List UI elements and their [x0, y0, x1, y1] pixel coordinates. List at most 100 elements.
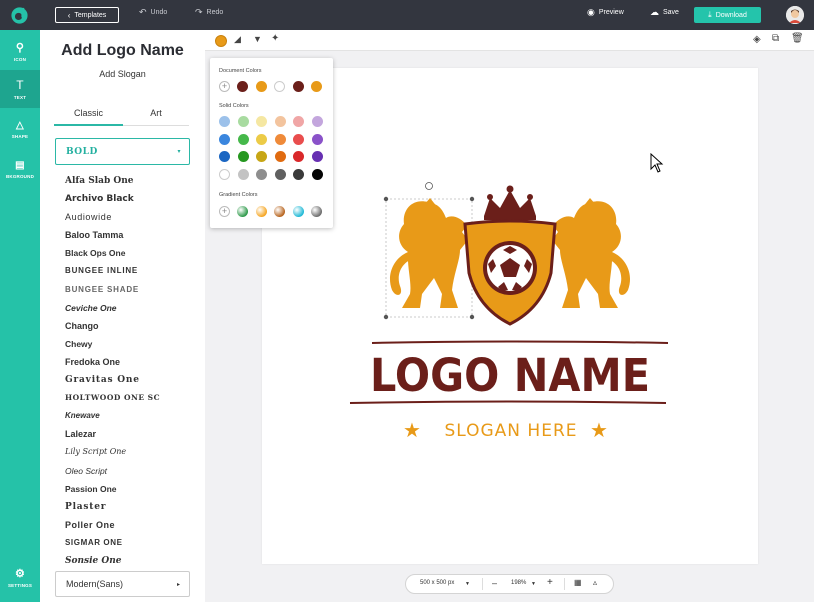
solid-color-swatch[interactable]: [274, 116, 286, 127]
logo-slogan-text[interactable]: SLOGAN HERE: [444, 421, 577, 441]
chevron-down-icon[interactable]: ▼: [465, 581, 470, 587]
nav-settings-label: SETTINGS: [7, 582, 33, 588]
font-item[interactable]: Plaster: [65, 498, 195, 516]
nav-shape[interactable]: △ SHAPE: [0, 110, 40, 148]
add-slogan[interactable]: Add Slogan: [40, 69, 205, 79]
font-item[interactable]: Sonsie One: [65, 552, 195, 570]
font-item[interactable]: BUNGEE INLINE: [65, 262, 195, 280]
tab-classic[interactable]: Classic: [54, 108, 123, 126]
duplicate-icon[interactable]: ⧉: [772, 33, 779, 44]
solid-color-swatch[interactable]: [293, 168, 304, 180]
tab-art[interactable]: Art: [123, 108, 189, 126]
gradient-color-swatch[interactable]: [274, 206, 285, 217]
font-item[interactable]: BUNGEE SHADE: [65, 281, 195, 299]
solid-color-swatch[interactable]: [256, 133, 267, 145]
font-item[interactable]: Knewave: [65, 407, 195, 425]
chevron-down-icon[interactable]: ▼: [531, 581, 536, 587]
canvas-size-select[interactable]: 500 x 500 px: [420, 580, 454, 586]
grid-icon[interactable]: ▦: [574, 578, 582, 587]
solid-color-swatch[interactable]: [219, 133, 230, 145]
document-color-swatch[interactable]: [274, 81, 285, 92]
align-icon[interactable]: ▵: [593, 578, 597, 587]
document-color-swatch[interactable]: [255, 81, 267, 92]
add-gradient-color-button[interactable]: +: [219, 206, 230, 217]
font-item[interactable]: Lalezar: [65, 425, 195, 443]
download-button[interactable]: ⤓ Download: [694, 7, 761, 23]
nav-background[interactable]: ▤ BKGROUND: [0, 150, 40, 188]
add-logo-name[interactable]: Add Logo Name: [40, 42, 205, 60]
nav-shape-label: SHAPE: [11, 133, 29, 139]
zoom-in-button[interactable]: +: [547, 577, 553, 588]
flip-vertical-icon[interactable]: ▼: [253, 34, 262, 44]
solid-color-swatch[interactable]: [274, 168, 286, 180]
nav-text[interactable]: T TEXT: [0, 70, 40, 108]
gradient-color-swatch[interactable]: [237, 206, 248, 217]
font-item[interactable]: Ceviche One: [65, 299, 195, 317]
redo-button[interactable]: ↷ Redo: [195, 7, 223, 18]
font-item[interactable]: Lily Script One: [65, 443, 195, 461]
font-category-select[interactable]: Bold ▾: [55, 138, 190, 165]
solid-color-swatch[interactable]: [256, 116, 267, 127]
font-item[interactable]: Fredoka One: [65, 353, 195, 371]
zoom-out-button[interactable]: –: [492, 578, 497, 588]
font-item[interactable]: Black Ops One: [65, 244, 195, 262]
solid-color-swatch[interactable]: [256, 151, 267, 162]
magic-wand-icon[interactable]: ✦: [271, 33, 279, 44]
zoom-level[interactable]: 198%: [511, 580, 526, 586]
templates-button[interactable]: ‹ Templates: [55, 7, 119, 23]
gradient-color-swatch[interactable]: [255, 206, 267, 217]
solid-color-swatch[interactable]: [311, 151, 323, 162]
soccer-ball-icon: [483, 241, 537, 295]
document-color-swatch[interactable]: [311, 81, 322, 92]
solid-color-swatch[interactable]: [237, 168, 249, 180]
font-item[interactable]: HOLTWOOD ONE SC: [65, 389, 195, 407]
solid-color-swatch[interactable]: [219, 151, 230, 162]
solid-color-swatch[interactable]: [274, 133, 286, 145]
solid-color-swatch[interactable]: [293, 151, 304, 162]
app-logo-icon[interactable]: [10, 6, 29, 25]
text-icon: T: [16, 78, 24, 92]
solid-color-swatch[interactable]: [237, 133, 249, 145]
solid-color-swatch[interactable]: [311, 116, 323, 127]
solid-color-swatch[interactable]: [293, 133, 304, 145]
solid-color-swatch[interactable]: [256, 168, 267, 180]
save-button[interactable]: ☁ Save: [650, 7, 679, 18]
undo-button[interactable]: ↶ Undo: [139, 7, 167, 18]
font-item[interactable]: Chango: [65, 317, 195, 335]
solid-color-swatch[interactable]: [293, 116, 304, 127]
solid-color-swatch[interactable]: [237, 151, 249, 162]
preview-button[interactable]: ◉ Preview: [587, 7, 624, 18]
color-picker-button[interactable]: [215, 35, 227, 47]
solid-color-swatch[interactable]: [219, 168, 230, 180]
font-item[interactable]: Alfa Slab One: [65, 172, 195, 190]
solid-color-swatch[interactable]: [311, 133, 323, 145]
font-style-select[interactable]: Modern(Sans) ▸: [55, 571, 190, 597]
avatar[interactable]: [786, 6, 804, 24]
document-color-swatch[interactable]: [292, 81, 304, 92]
solid-color-swatch[interactable]: [219, 116, 230, 127]
nav-icon[interactable]: ⚲ ICON: [0, 32, 40, 70]
add-document-color-button[interactable]: +: [219, 81, 230, 92]
gradient-color-swatch[interactable]: [311, 206, 322, 217]
gradient-color-swatch[interactable]: [292, 206, 304, 217]
logo-name-text[interactable]: LOGO NAME: [370, 349, 650, 402]
font-item[interactable]: Baloo Tamma: [65, 226, 195, 244]
font-item[interactable]: Chewy: [65, 335, 195, 353]
font-item[interactable]: Passion One: [65, 480, 195, 498]
nav-settings[interactable]: ⚙ SETTINGS: [0, 558, 40, 596]
design-canvas[interactable]: LOGO NAME ★ SLOGAN HERE ★: [262, 68, 758, 564]
trash-icon[interactable]: 🗑: [791, 33, 804, 44]
font-item[interactable]: Gravitas One: [65, 371, 195, 389]
layers-icon[interactable]: ◈: [753, 34, 761, 45]
font-item[interactable]: Poller One: [65, 516, 195, 534]
font-item[interactable]: Audiowide: [65, 208, 195, 226]
document-color-swatch[interactable]: [237, 81, 248, 92]
font-item[interactable]: Archivo Black: [65, 190, 195, 208]
nav-icon-label: ICON: [13, 56, 27, 62]
font-item[interactable]: Oleo Script: [65, 462, 195, 480]
flip-horizontal-icon[interactable]: ◢: [234, 34, 241, 45]
solid-color-swatch[interactable]: [237, 116, 249, 127]
solid-color-swatch[interactable]: [274, 151, 286, 162]
solid-color-swatch[interactable]: [311, 168, 323, 180]
font-item[interactable]: SIGMAR ONE: [65, 534, 195, 552]
